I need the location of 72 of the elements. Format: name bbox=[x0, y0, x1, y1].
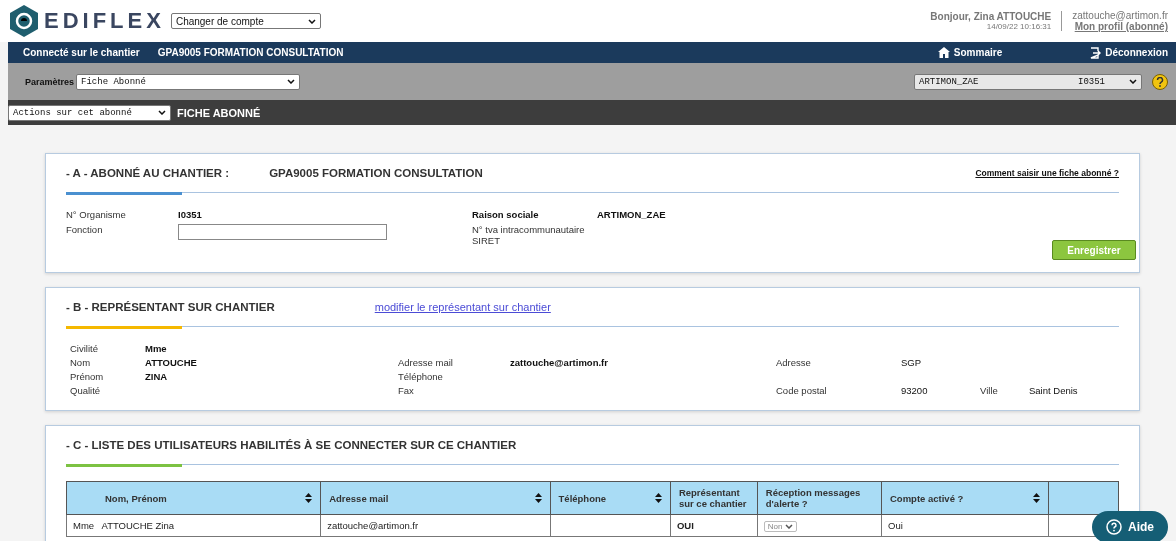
field-label: Code postal bbox=[776, 385, 828, 396]
caret-icon bbox=[307, 18, 316, 24]
logo-text: EDIFLEX bbox=[44, 8, 165, 34]
column-header[interactable]: Adresse mail bbox=[320, 481, 551, 515]
field-label: N° Organisme bbox=[66, 209, 127, 220]
field-value: Saint Denis bbox=[1029, 385, 1079, 396]
email-text: zattouche@artimon.fr bbox=[1072, 10, 1168, 21]
sort-icon bbox=[654, 493, 662, 503]
chantier-name: GPA9005 FORMATION CONSULTATION bbox=[269, 167, 483, 179]
nav-link[interactable]: Déconnexion bbox=[1090, 46, 1168, 59]
greeting-text: Bonjour, Zina ATTOUCHE bbox=[930, 11, 1052, 22]
table-cell: zattouche@artimon.fr bbox=[320, 514, 551, 537]
caret-icon bbox=[158, 110, 166, 115]
home-icon bbox=[937, 47, 950, 58]
help-link[interactable]: Comment saisir une fiche abonné ? bbox=[975, 168, 1119, 178]
logout-icon bbox=[1090, 46, 1102, 59]
nav-label: Connecté sur le chantier bbox=[23, 47, 140, 58]
column-header[interactable]: Nom, Prénom bbox=[66, 481, 321, 515]
field-label: SIRET bbox=[472, 235, 501, 246]
field-value: 93200 bbox=[901, 385, 929, 396]
logo-icon bbox=[10, 5, 38, 37]
field-label: Adresse bbox=[776, 357, 812, 368]
caret-icon bbox=[287, 79, 296, 84]
help-icon bbox=[1106, 519, 1122, 535]
field-value: ARTIMON_ZAE bbox=[597, 209, 667, 220]
field-label: Nom bbox=[70, 357, 92, 368]
field-label: Prénom bbox=[70, 371, 105, 382]
alerts-select[interactable]: Non bbox=[763, 520, 798, 532]
field-label: Raison sociale bbox=[472, 209, 540, 220]
field-label: Ville bbox=[980, 385, 999, 396]
section-title: - C - LISTE DES UTILISATEURS HABILITÉS À SE CONNECTER SUR CE CHANTIER bbox=[66, 439, 517, 451]
field-label: Fax bbox=[398, 385, 415, 396]
sort-icon bbox=[305, 493, 313, 503]
field-value: Mme bbox=[145, 343, 168, 354]
table-cell: Oui bbox=[881, 514, 1049, 537]
field-value: zattouche@artimon.fr bbox=[510, 357, 609, 368]
field-label: Civilité bbox=[70, 343, 99, 354]
field-value: ATTOUCHE bbox=[145, 357, 198, 368]
column-header[interactable]: Téléphone bbox=[550, 481, 671, 515]
profile-link[interactable]: Mon profil (abonné) bbox=[1074, 21, 1168, 32]
params-label: Paramètres bbox=[25, 76, 75, 87]
column-header: Réception messages d'alerte ? bbox=[757, 481, 882, 515]
field-label: N° tva intracommunautaire bbox=[472, 224, 586, 235]
caret-icon bbox=[1129, 79, 1137, 84]
column-header[interactable]: Compte activé ? bbox=[881, 481, 1049, 515]
actions-select[interactable]: Actions sur cet abonné bbox=[8, 104, 171, 121]
edit-representative-link[interactable]: modifier le représentant sur chantier bbox=[374, 301, 551, 313]
nav-link[interactable]: Sommaire bbox=[937, 47, 1003, 58]
subscriber-select[interactable]: ARTIMON_ZAE I0351 bbox=[914, 73, 1142, 90]
field-value: ZINA bbox=[145, 371, 169, 382]
fonction-field[interactable] bbox=[178, 224, 387, 240]
chantier-name: GPA9005 FORMATION CONSULTATION bbox=[157, 47, 344, 58]
section-title: - A - ABONNÉ AU CHANTIER : bbox=[66, 167, 230, 179]
table-cell: Mme ATTOUCHE Zina bbox=[66, 514, 321, 537]
help-button[interactable]: Aide bbox=[1092, 511, 1168, 541]
caret-icon bbox=[785, 523, 794, 529]
datetime-text: 14/09/22 10:16:31 bbox=[986, 22, 1052, 31]
field-label: Téléphone bbox=[398, 371, 444, 382]
table-cell: OUI bbox=[670, 514, 758, 537]
field-label: Qualité bbox=[70, 385, 102, 396]
column-header: Représentant sur ce chantier bbox=[670, 481, 758, 515]
field-value: SGP bbox=[901, 357, 923, 368]
help-icon[interactable] bbox=[1156, 76, 1164, 87]
section-title: - B - REPRÉSENTANT SUR CHANTIER bbox=[66, 301, 275, 313]
page-title: FICHE ABONNÉ bbox=[177, 106, 261, 119]
sort-icon bbox=[534, 493, 542, 503]
field-label: Fonction bbox=[66, 224, 104, 235]
params-select[interactable]: Fiche Abonné bbox=[76, 73, 301, 90]
field-label: Adresse mail bbox=[398, 357, 454, 368]
field-value: I0351 bbox=[178, 209, 203, 220]
sort-icon bbox=[1032, 493, 1040, 503]
account-select[interactable]: Changer de compte bbox=[170, 13, 321, 29]
